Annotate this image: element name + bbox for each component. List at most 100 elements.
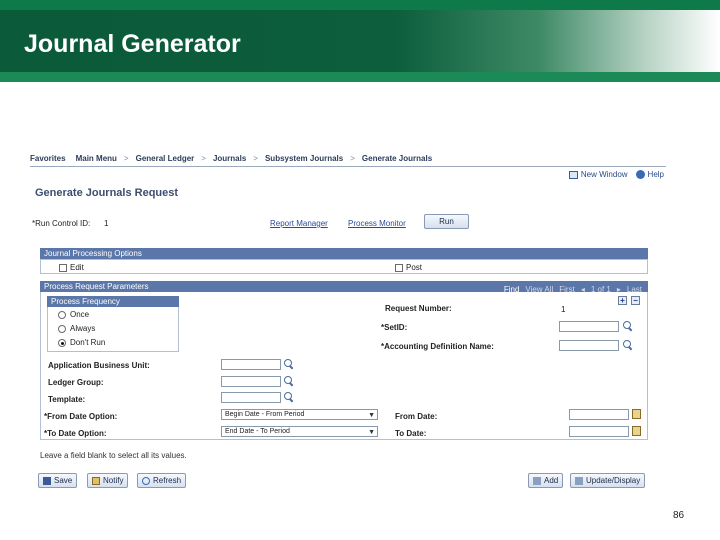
process-monitor-link[interactable]: Process Monitor bbox=[348, 219, 406, 228]
run-control-value: 1 bbox=[104, 219, 109, 228]
from-date-option-value: Begin Date - From Period bbox=[225, 411, 305, 418]
run-control-label: *Run Control ID: bbox=[32, 219, 91, 228]
post-label: Post bbox=[406, 263, 423, 272]
journal-processing-header: Journal Processing Options bbox=[40, 248, 648, 259]
refresh-icon bbox=[142, 476, 150, 485]
edit-label: Edit bbox=[70, 263, 84, 272]
save-label: Save bbox=[54, 476, 73, 485]
ledger-group-input[interactable] bbox=[221, 376, 281, 387]
save-icon bbox=[43, 476, 51, 485]
edit-checkbox[interactable] bbox=[59, 263, 67, 272]
help-link[interactable]: Help bbox=[635, 170, 664, 179]
from-date-input[interactable] bbox=[569, 409, 629, 420]
breadcrumb-journals[interactable]: Journals bbox=[213, 154, 246, 163]
peoplesoft-page: Favorites Main Menu > General Ledger > J… bbox=[30, 150, 670, 495]
app-business-unit-label: Application Business Unit: bbox=[48, 361, 150, 370]
journal-processing-box: Edit Post bbox=[40, 259, 648, 274]
add-icon bbox=[533, 476, 541, 485]
add-label: Add bbox=[544, 476, 559, 485]
header-top-stripe bbox=[0, 0, 720, 10]
chevron-down-icon: ▼ bbox=[368, 429, 375, 436]
template-label: Template: bbox=[48, 395, 86, 404]
from-date-option-select[interactable]: Begin Date - From Period ▼ bbox=[221, 409, 378, 420]
new-window-label: New Window bbox=[580, 170, 628, 179]
radio-dont-run[interactable] bbox=[58, 338, 66, 347]
template-lookup-icon[interactable] bbox=[284, 392, 294, 402]
run-button[interactable]: Run bbox=[424, 214, 469, 229]
breadcrumb-separator: > bbox=[201, 153, 206, 163]
breadcrumb-favorites[interactable]: Favorites bbox=[30, 154, 66, 163]
notify-label: Notify bbox=[103, 476, 124, 485]
radio-once[interactable] bbox=[58, 310, 66, 319]
new-window-link[interactable]: New Window bbox=[568, 170, 628, 179]
breadcrumb: Favorites Main Menu > General Ledger > J… bbox=[30, 150, 666, 167]
from-date-label: From Date: bbox=[395, 412, 438, 421]
to-date-option-value: End Date - To Period bbox=[225, 428, 290, 435]
app-business-unit-input[interactable] bbox=[221, 359, 281, 370]
to-date-calendar-icon[interactable] bbox=[632, 426, 641, 436]
app-business-unit-lookup-icon[interactable] bbox=[284, 359, 294, 369]
accounting-definition-input[interactable] bbox=[559, 340, 619, 351]
run-control-row: *Run Control ID: 1 Report Manager Proces… bbox=[30, 214, 670, 232]
breadcrumb-subsystem-journals[interactable]: Subsystem Journals bbox=[265, 154, 343, 163]
slide-title: Journal Generator bbox=[24, 30, 241, 58]
add-button[interactable]: Add bbox=[528, 473, 564, 488]
breadcrumb-separator: > bbox=[123, 153, 129, 163]
from-date-calendar-icon[interactable] bbox=[632, 409, 641, 419]
to-date-option-select[interactable]: End Date - To Period ▼ bbox=[221, 426, 378, 437]
to-date-label: To Date: bbox=[395, 429, 427, 438]
notify-button[interactable]: Notify bbox=[87, 473, 129, 488]
chevron-down-icon: ▼ bbox=[368, 412, 375, 419]
blank-field-hint: Leave a field blank to select all its va… bbox=[40, 451, 187, 460]
new-window-icon bbox=[568, 170, 578, 179]
add-row-button[interactable]: + bbox=[618, 296, 627, 305]
notify-icon bbox=[92, 476, 100, 485]
report-manager-link[interactable]: Report Manager bbox=[270, 219, 328, 228]
slide-header: Journal Generator bbox=[0, 0, 720, 82]
top-links: New Window Help bbox=[568, 170, 664, 179]
setid-label: *SetID: bbox=[381, 323, 408, 332]
process-request-title: Process Request Parameters bbox=[44, 282, 149, 291]
request-number-value: 1 bbox=[561, 305, 566, 314]
ledger-group-label: Ledger Group: bbox=[48, 378, 104, 387]
frequency-always[interactable]: Always bbox=[58, 324, 95, 333]
ledger-group-lookup-icon[interactable] bbox=[284, 376, 294, 386]
post-checkbox[interactable] bbox=[395, 263, 403, 272]
frequency-once-label: Once bbox=[70, 310, 90, 319]
delete-row-button[interactable]: − bbox=[631, 296, 640, 305]
breadcrumb-generate-journals[interactable]: Generate Journals bbox=[362, 154, 432, 163]
frequency-once[interactable]: Once bbox=[58, 310, 89, 319]
edit-option[interactable]: Edit bbox=[59, 263, 84, 272]
frequency-dont-run[interactable]: Don't Run bbox=[58, 338, 105, 347]
frequency-always-label: Always bbox=[70, 324, 96, 333]
setid-input[interactable] bbox=[559, 321, 619, 332]
template-input[interactable] bbox=[221, 392, 281, 403]
update-display-icon bbox=[575, 476, 583, 485]
to-date-input[interactable] bbox=[569, 426, 629, 437]
update-display-label: Update/Display bbox=[586, 476, 641, 485]
breadcrumb-main-menu[interactable]: Main Menu bbox=[76, 154, 117, 163]
setid-lookup-icon[interactable] bbox=[623, 321, 633, 331]
breadcrumb-separator: > bbox=[350, 153, 355, 163]
process-request-box: Process Frequency Once Always Don't Run … bbox=[40, 292, 648, 440]
to-date-option-label: *To Date Option: bbox=[44, 429, 107, 438]
breadcrumb-separator: > bbox=[253, 153, 258, 163]
help-label: Help bbox=[647, 170, 664, 179]
radio-always[interactable] bbox=[58, 324, 66, 333]
from-date-option-label: *From Date Option: bbox=[44, 412, 118, 421]
accounting-definition-lookup-icon[interactable] bbox=[623, 340, 633, 350]
request-number-label: Request Number: bbox=[385, 304, 452, 313]
header-bottom-stripe bbox=[0, 72, 720, 82]
frequency-dont-run-label: Don't Run bbox=[70, 338, 106, 347]
process-frequency-group: Once Always Don't Run bbox=[47, 307, 179, 352]
refresh-label: Refresh bbox=[153, 476, 182, 485]
save-button[interactable]: Save bbox=[38, 473, 78, 488]
help-icon bbox=[635, 170, 645, 179]
slide-page-number: 86 bbox=[673, 510, 685, 521]
breadcrumb-general-ledger[interactable]: General Ledger bbox=[136, 154, 195, 163]
refresh-button[interactable]: Refresh bbox=[137, 473, 187, 488]
post-option[interactable]: Post bbox=[395, 263, 422, 272]
process-frequency-header: Process Frequency bbox=[47, 296, 179, 307]
accounting-definition-label: *Accounting Definition Name: bbox=[381, 342, 494, 351]
update-display-button[interactable]: Update/Display bbox=[570, 473, 646, 488]
